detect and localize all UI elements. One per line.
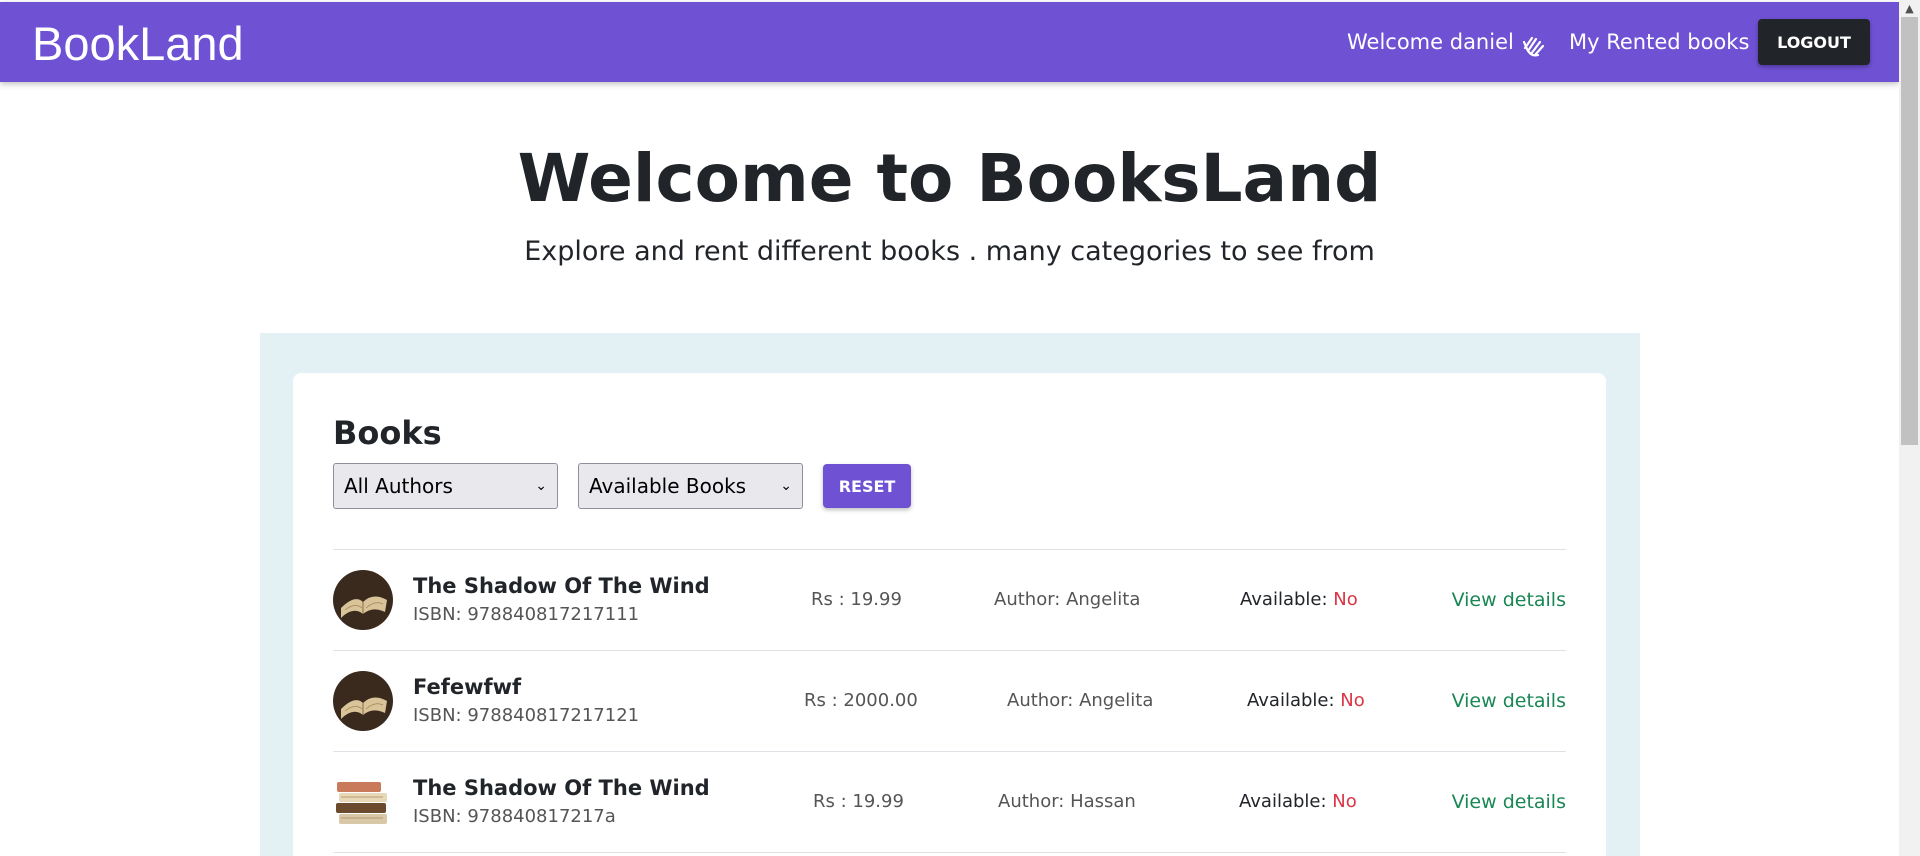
waving-hand-icon [1522, 36, 1545, 57]
view-details-link[interactable]: View details [1452, 690, 1566, 712]
book-title: The Shadow Of The Wind [413, 574, 710, 598]
book-title: The Shadow Of The Wind [413, 776, 710, 800]
book-price: Rs : 19.99 [811, 589, 902, 610]
book-title: Fefewfwf [413, 675, 522, 699]
books-heading: Books [333, 414, 442, 452]
logout-button[interactable]: LOGOUT [1758, 19, 1870, 65]
reset-button[interactable]: RESET [823, 464, 911, 508]
my-rented-books-link[interactable]: My Rented books [1569, 30, 1749, 54]
book-isbn: ISBN: 978840817217111 [413, 604, 640, 625]
book-availability: Available: No [1240, 589, 1358, 610]
book-row: Fefewfwf ISBN: 978840817217121 Rs : 2000… [333, 650, 1566, 751]
author-filter-value: All Authors [344, 474, 453, 498]
book-price: Rs : 2000.00 [804, 690, 918, 711]
page-subtitle: Explore and rent different books . many … [524, 236, 1375, 267]
brand-logo[interactable]: BookLand [32, 16, 244, 71]
book-row: The Shadow Of The Wind ISBN: 97884081721… [333, 549, 1566, 650]
book-cover-image [333, 772, 393, 832]
author-filter-select[interactable]: All Authors ⌄ [333, 463, 558, 509]
availability-label: Available: [1240, 589, 1328, 610]
navbar: BookLand Welcome daniel My Rented books … [0, 2, 1899, 82]
availability-label: Available: [1247, 690, 1335, 711]
book-isbn: ISBN: 978840817217a [413, 806, 616, 827]
page-title: Welcome to BooksLand [517, 140, 1382, 217]
book-price: Rs : 19.99 [813, 791, 904, 812]
availability-value: No [1332, 791, 1357, 812]
availability-value: No [1333, 589, 1358, 610]
scrollbar[interactable]: ▲ [1899, 0, 1920, 856]
book-availability: Available: No [1239, 791, 1357, 812]
divider [333, 852, 1566, 853]
book-author: Author: Hassan [998, 791, 1136, 812]
chevron-down-icon: ⌄ [780, 478, 792, 494]
chevron-down-icon: ⌄ [535, 478, 547, 494]
welcome-text: Welcome daniel [1347, 30, 1514, 54]
view-details-link[interactable]: View details [1452, 791, 1566, 813]
scroll-thumb[interactable] [1901, 17, 1918, 445]
availability-value: No [1340, 690, 1365, 711]
book-cover-image [333, 671, 393, 731]
book-availability: Available: No [1247, 690, 1365, 711]
book-author: Author: Angelita [1007, 690, 1154, 711]
availability-label: Available: [1239, 791, 1327, 812]
book-row: The Shadow Of The Wind ISBN: 97884081721… [333, 751, 1566, 852]
view-details-link[interactable]: View details [1452, 589, 1566, 611]
book-isbn: ISBN: 978840817217121 [413, 705, 640, 726]
book-author: Author: Angelita [994, 589, 1141, 610]
scroll-up-arrow-icon[interactable]: ▲ [1899, 0, 1920, 17]
availability-filter-select[interactable]: Available Books ⌄ [578, 463, 803, 509]
availability-filter-value: Available Books [589, 474, 747, 498]
book-cover-image [333, 570, 393, 630]
